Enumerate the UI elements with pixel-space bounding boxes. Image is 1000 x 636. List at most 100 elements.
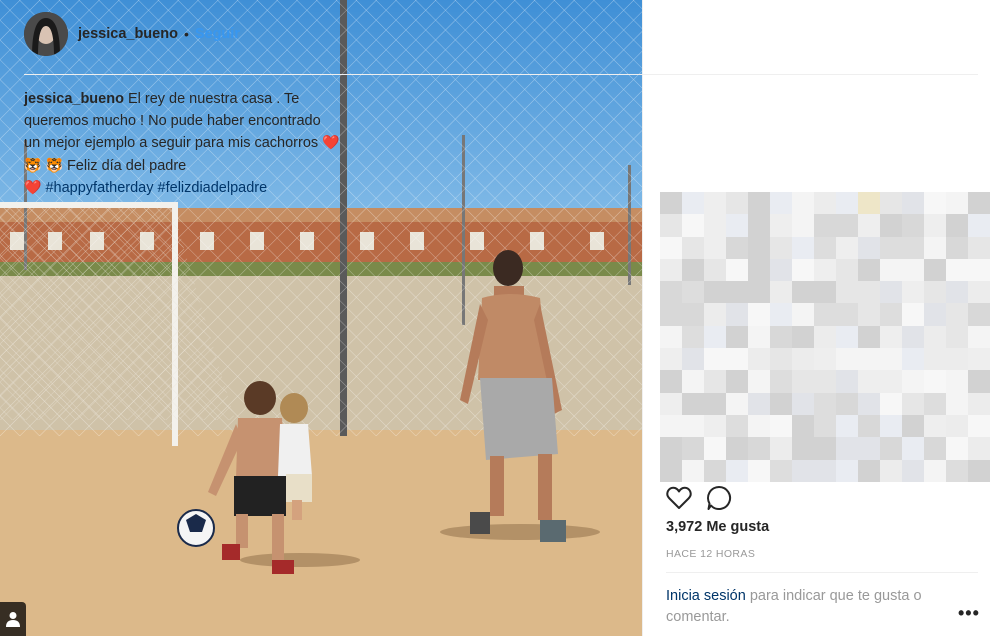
pixel-cell <box>836 459 858 482</box>
pixel-cell <box>770 392 792 415</box>
hashtag-link[interactable]: #felizdiadelpadre <box>158 180 268 196</box>
pixel-cell <box>902 236 924 259</box>
pixel-cell <box>814 414 836 438</box>
pixel-cell <box>858 214 880 237</box>
heart-outline-icon[interactable] <box>666 486 692 510</box>
pixel-cell <box>726 437 748 460</box>
pixel-cell <box>924 370 946 393</box>
post-actions <box>666 484 746 512</box>
pixel-cell <box>682 437 704 460</box>
pixel-cell <box>858 303 880 326</box>
post-timestamp[interactable]: HACE 12 HORAS <box>666 548 755 560</box>
pixel-cell <box>770 348 792 371</box>
header-divider <box>24 74 978 75</box>
pixel-cell <box>946 392 968 415</box>
pixel-cell <box>858 392 880 415</box>
pixel-cell <box>880 370 902 393</box>
pixel-cell <box>704 281 726 304</box>
pixel-cell <box>968 303 990 326</box>
hashtag-link[interactable]: #happyfatherday <box>45 180 153 196</box>
pixel-cell <box>726 281 748 304</box>
pixelated-comments <box>660 192 990 482</box>
pixel-cell <box>792 348 814 371</box>
pixel-cell <box>814 236 836 259</box>
pixel-cell <box>704 236 726 259</box>
pixel-cell <box>792 214 814 237</box>
pixel-cell <box>924 192 946 215</box>
pixel-cell <box>748 325 770 349</box>
pixel-cell <box>902 348 924 371</box>
pixel-cell <box>792 414 814 438</box>
pixel-cell <box>814 214 836 237</box>
avatar[interactable] <box>24 12 68 56</box>
pixel-cell <box>880 281 902 304</box>
pixel-cell <box>660 214 682 237</box>
pixel-cell <box>968 370 990 393</box>
pixel-cell <box>968 325 990 349</box>
pixel-cell <box>902 281 924 304</box>
pixel-cell <box>858 258 880 282</box>
pixel-cell <box>836 325 858 349</box>
pixel-cell <box>682 348 704 371</box>
pixel-cell <box>880 459 902 482</box>
pixel-cell <box>946 258 968 282</box>
pixel-cell <box>792 370 814 393</box>
pixel-cell <box>902 214 924 237</box>
likes-count[interactable]: 3,972 Me gusta <box>666 519 769 535</box>
pixel-cell <box>704 370 726 393</box>
pixel-cell <box>770 281 792 304</box>
pixel-cell <box>968 459 990 482</box>
more-options-icon[interactable]: ••• <box>958 603 980 624</box>
pixel-cell <box>660 281 682 304</box>
pixel-cell <box>704 437 726 460</box>
pixel-cell <box>682 414 704 438</box>
pixel-cell <box>748 348 770 371</box>
tagged-user-icon[interactable] <box>0 602 26 636</box>
pixel-cell <box>770 370 792 393</box>
pixel-cell <box>792 258 814 282</box>
pixel-cell <box>726 214 748 237</box>
pixel-cell <box>836 214 858 237</box>
follow-button[interactable]: Seguir <box>195 26 240 42</box>
pixel-cell <box>748 459 770 482</box>
pixel-cell <box>726 325 748 349</box>
pixel-cell <box>858 325 880 349</box>
pixel-cell <box>748 192 770 215</box>
pixel-cell <box>682 392 704 415</box>
pixel-cell <box>924 414 946 438</box>
pixel-cell <box>770 214 792 237</box>
red-heart-emoji: ❤️ <box>322 134 340 150</box>
pixel-cell <box>770 258 792 282</box>
pixel-cell <box>792 459 814 482</box>
pixel-cell <box>924 392 946 415</box>
pixel-cell <box>946 414 968 438</box>
pixel-cell <box>968 392 990 415</box>
caption-username[interactable]: jessica_bueno <box>24 91 124 107</box>
pixel-cell <box>880 236 902 259</box>
pixel-cell <box>770 236 792 259</box>
post-header: jessica_bueno • Seguir <box>24 10 334 58</box>
pixel-cell <box>968 437 990 460</box>
pixel-cell <box>858 192 880 215</box>
post-username[interactable]: jessica_bueno <box>78 26 178 42</box>
pixel-cell <box>726 459 748 482</box>
pixel-cell <box>946 370 968 393</box>
pixel-cell <box>968 348 990 371</box>
pixel-cell <box>792 437 814 460</box>
pixel-cell <box>902 437 924 460</box>
pixel-cell <box>748 414 770 438</box>
pixel-cell <box>880 214 902 237</box>
pixel-cell <box>704 348 726 371</box>
pixel-cell <box>880 348 902 371</box>
pixel-cell <box>770 437 792 460</box>
comment-bubble-icon[interactable] <box>706 485 732 511</box>
pixel-cell <box>792 236 814 259</box>
pixel-cell <box>660 192 682 215</box>
tiger-face-emoji: 🐯 <box>45 156 63 173</box>
pixel-cell <box>902 459 924 482</box>
pixel-cell <box>924 258 946 282</box>
pixel-cell <box>924 214 946 237</box>
pixel-cell <box>814 392 836 415</box>
login-link[interactable]: Inicia sesión <box>666 588 746 604</box>
pixel-cell <box>902 258 924 282</box>
